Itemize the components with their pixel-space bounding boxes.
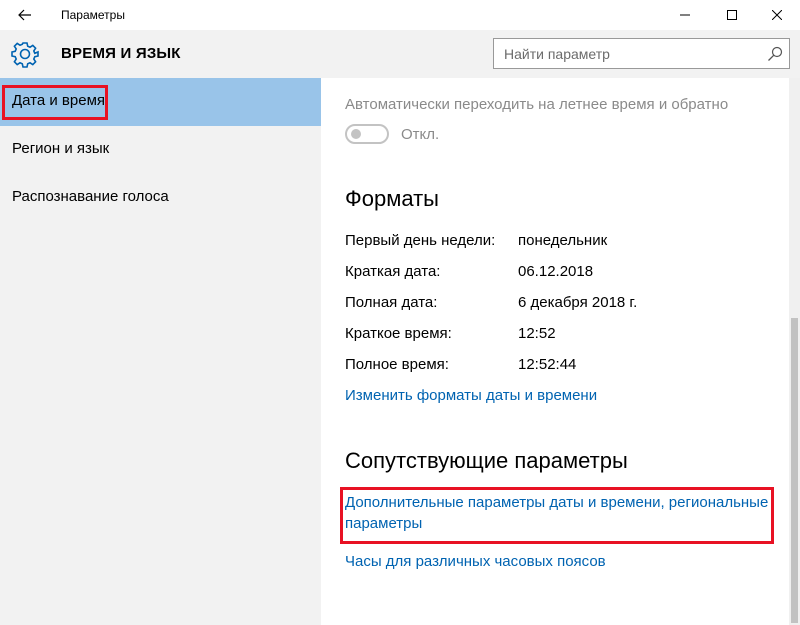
title-bar: Параметры bbox=[0, 0, 800, 30]
page-title: ВРЕМЯ И ЯЗЫК bbox=[61, 45, 181, 62]
sidebar: ВРЕМЯ И ЯЗЫК Дата и время Регион и язык … bbox=[0, 30, 321, 625]
format-value-short-date: 06.12.2018 bbox=[518, 263, 594, 280]
format-label-short-date: Краткая дата: bbox=[345, 263, 441, 280]
change-formats-link[interactable]: Изменить форматы даты и времени bbox=[345, 387, 597, 404]
format-value-long-date: 6 декабря 2018 г. bbox=[518, 294, 638, 311]
formats-heading: Форматы bbox=[345, 186, 439, 211]
sidebar-item-label: Дата и время bbox=[12, 92, 106, 109]
maximize-icon bbox=[727, 10, 737, 20]
scrollbar-thumb[interactable] bbox=[791, 318, 798, 623]
additional-link-line-1: Дополнительные параметры даты и времени,… bbox=[345, 494, 769, 511]
format-label-first-day: Первый день недели: bbox=[345, 232, 496, 249]
related-settings-heading: Сопутствующие параметры bbox=[345, 448, 628, 473]
section-header: ВРЕМЯ И ЯЗЫК bbox=[0, 30, 321, 78]
dst-toggle[interactable] bbox=[345, 124, 389, 144]
search-input[interactable] bbox=[494, 39, 759, 68]
format-label-long-time: Полное время: bbox=[345, 356, 449, 373]
search-header bbox=[321, 30, 800, 78]
gear-icon bbox=[11, 42, 39, 68]
scrollbar[interactable] bbox=[789, 78, 800, 625]
sidebar-item-date-time[interactable]: Дата и время bbox=[0, 78, 321, 126]
minimize-icon bbox=[680, 14, 690, 16]
format-label-long-date: Полная дата: bbox=[345, 294, 438, 311]
window-title: Параметры bbox=[61, 8, 125, 22]
back-button[interactable] bbox=[10, 2, 40, 28]
main-content bbox=[321, 78, 800, 625]
format-label-short-time: Краткое время: bbox=[345, 325, 452, 342]
search-box[interactable] bbox=[493, 38, 790, 69]
additional-link-line-2: параметры bbox=[345, 515, 423, 532]
close-icon bbox=[772, 10, 782, 20]
maximize-button[interactable] bbox=[709, 0, 755, 30]
world-clocks-link[interactable]: Часы для различных часовых поясов bbox=[345, 553, 606, 570]
format-value-short-time: 12:52 bbox=[518, 325, 556, 342]
sidebar-item-label: Регион и язык bbox=[12, 140, 110, 157]
search-icon[interactable] bbox=[767, 46, 783, 62]
sidebar-item-speech[interactable]: Распознавание голоса bbox=[0, 174, 321, 222]
minimize-button[interactable] bbox=[662, 0, 708, 30]
toggle-knob bbox=[351, 129, 361, 139]
dst-toggle-state: Откл. bbox=[401, 126, 440, 143]
sidebar-item-label: Распознавание голоса bbox=[12, 188, 169, 205]
close-button[interactable] bbox=[754, 0, 800, 30]
format-value-first-day: понедельник bbox=[518, 232, 608, 249]
dst-label: Автоматически переходить на летнее время… bbox=[345, 96, 729, 113]
format-value-long-time: 12:52:44 bbox=[518, 356, 577, 373]
additional-datetime-region-link[interactable]: Дополнительные параметры даты и времени,… bbox=[345, 492, 768, 534]
sidebar-item-region-language[interactable]: Регион и язык bbox=[0, 126, 321, 174]
arrow-left-icon bbox=[18, 9, 31, 21]
